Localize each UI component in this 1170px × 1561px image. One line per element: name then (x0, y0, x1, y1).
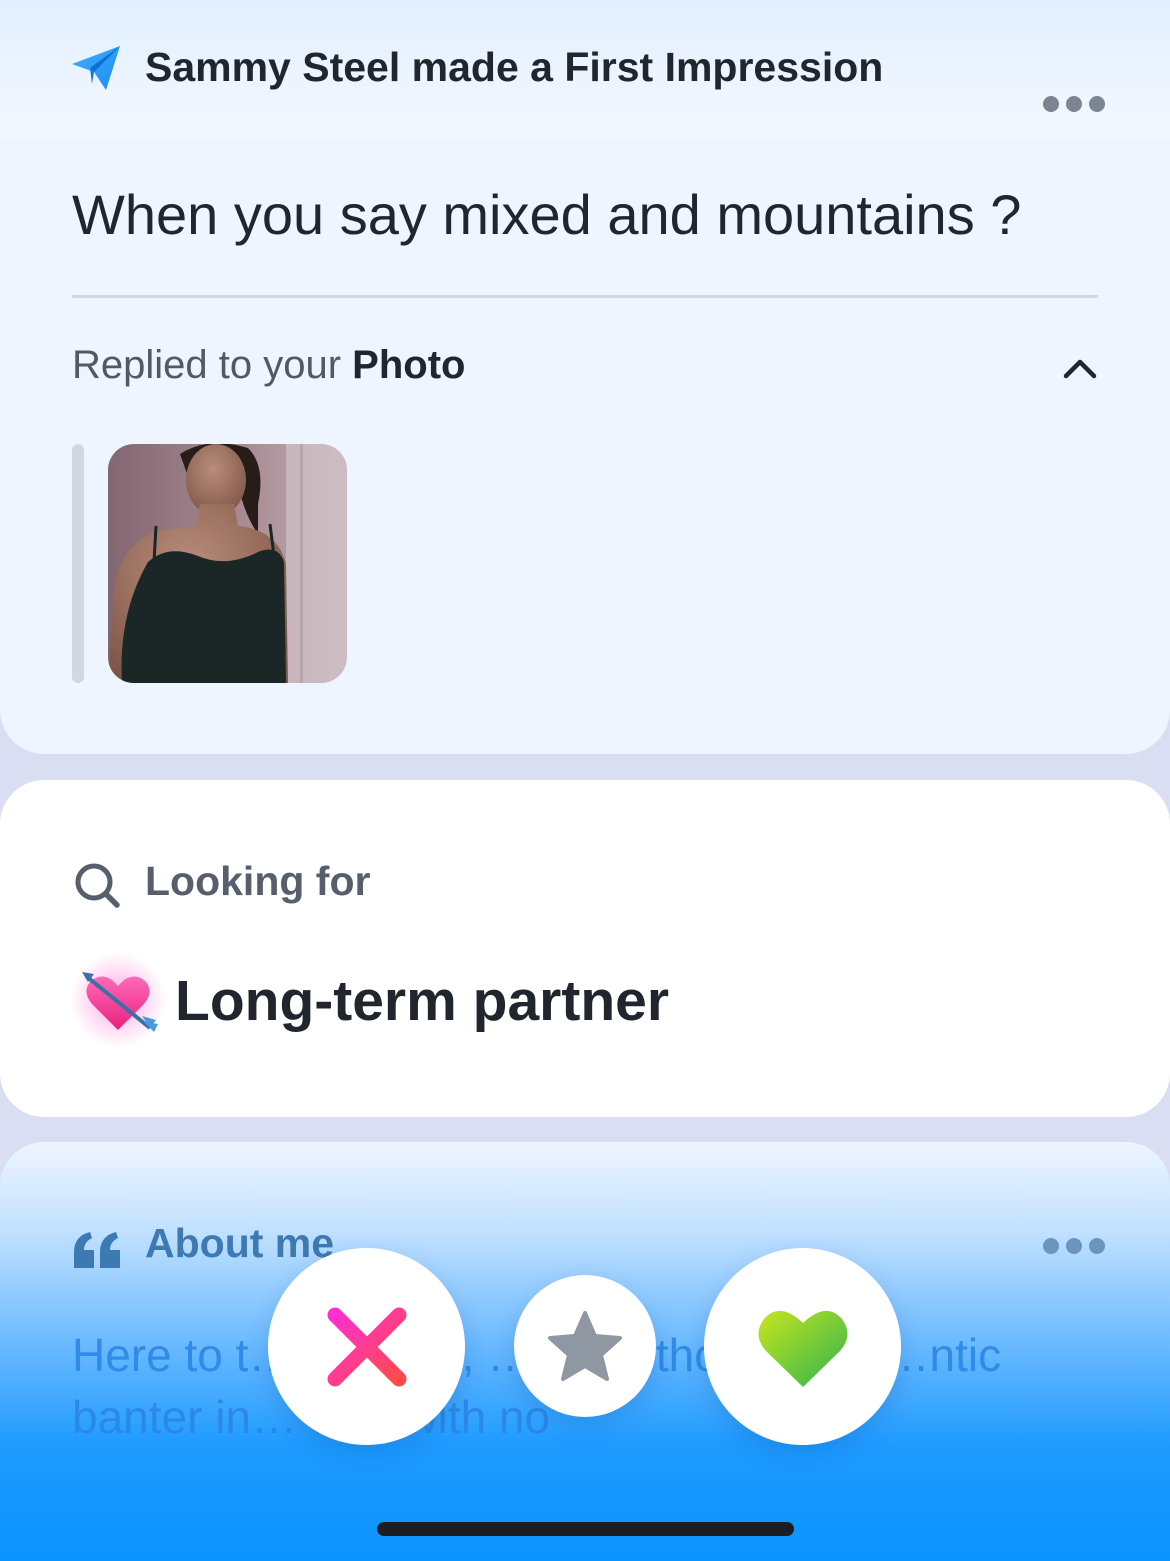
looking-for-card: Looking for Long-term partner (0, 780, 1170, 1117)
replied-to-label: Replied to your Photo (72, 343, 465, 388)
search-icon (75, 863, 120, 908)
super-like-button[interactable] (514, 1275, 656, 1417)
like-button[interactable] (704, 1248, 901, 1445)
star-icon (548, 1311, 622, 1381)
first-impression-header: Sammy Steel made a First Impression (0, 0, 1170, 138)
first-impression-card: Sammy Steel made a First Impression When… (0, 0, 1170, 754)
heart-icon (757, 1310, 848, 1387)
chevron-up-icon[interactable] (1058, 352, 1102, 386)
about-more-button[interactable] (1043, 1236, 1105, 1256)
home-indicator[interactable] (377, 1522, 794, 1536)
replied-target: Photo (352, 343, 466, 387)
replied-prefix: Replied to your (72, 343, 353, 387)
quote-icon (74, 1232, 120, 1268)
first-impression-title: Sammy Steel made a First Impression (145, 44, 884, 90)
first-impression-message: When you say mixed and mountains ? (72, 183, 1022, 246)
more-dots-icon (1043, 1238, 1059, 1254)
more-dots-icon (1043, 96, 1059, 112)
divider (72, 295, 1098, 298)
heart-with-arrow-icon (70, 952, 166, 1048)
looking-for-label: Looking for (145, 858, 371, 904)
photo-image (108, 444, 347, 683)
x-icon (327, 1307, 406, 1386)
looking-for-value: Long-term partner (175, 969, 670, 1033)
reply-quote-bar (72, 444, 84, 683)
about-me-label: About me (145, 1220, 335, 1266)
nope-button[interactable] (268, 1248, 465, 1445)
paper-plane-icon (72, 46, 120, 90)
more-options-button[interactable] (1043, 94, 1105, 114)
replied-photo-thumbnail[interactable] (108, 444, 347, 683)
